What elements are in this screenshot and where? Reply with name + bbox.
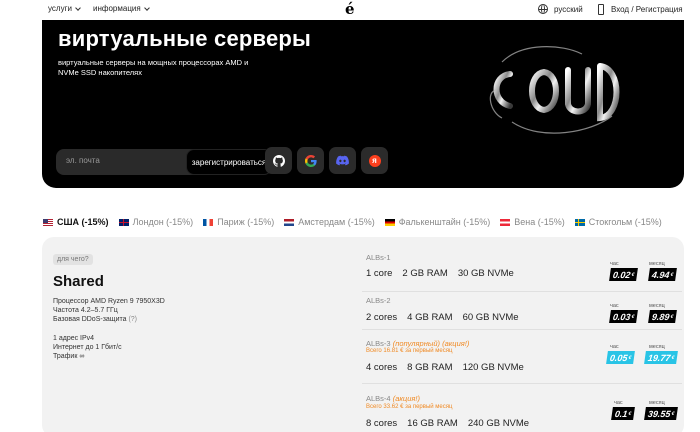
tab-usa[interactable]: США (-15%): [43, 215, 109, 229]
netherlands-flag-icon: [284, 218, 295, 226]
hour-label: час: [610, 344, 619, 350]
spec-cpu: Процессор AMD Ryzen 9 7950X3D: [53, 298, 165, 305]
tier-name: ALBs-4 (акция!): [366, 394, 420, 403]
discord-icon: [336, 155, 349, 166]
month-label: месяц: [649, 344, 665, 350]
google-icon: [304, 154, 317, 167]
ddos-help-link[interactable]: (?): [128, 316, 137, 323]
tier-row-3[interactable]: ALBs-3 (популярный) (акция!) Всего 16.81…: [362, 333, 684, 381]
yandex-login-button[interactable]: я: [361, 147, 388, 174]
location-tabs: США (-15%) Лондон (-15%) Париж (-15%) Ам…: [43, 215, 672, 229]
tier-promo: Всего 33.62 € за первый месяц: [366, 404, 453, 410]
hero-subtitle: виртуальные серверы на мощных процессора…: [58, 58, 249, 77]
tier-badge: (популярный) (акция!): [392, 339, 470, 348]
tab-stockholm[interactable]: Стокгольм (-15%): [574, 215, 662, 229]
tier-name: ALBs-3 (популярный) (акция!): [366, 339, 470, 348]
chevron-down-icon: [75, 4, 81, 11]
hero-banner: виртуальные серверы виртуальные серверы …: [42, 20, 684, 188]
tab-amsterdam[interactable]: Амстердам (-15%): [284, 215, 375, 229]
month-label: месяц: [649, 303, 665, 309]
cloud-logo-art: [489, 46, 620, 134]
month-price: 39.55 €: [644, 407, 679, 420]
hour-label: час: [610, 303, 619, 309]
hour-price: 0.02 €: [609, 268, 639, 281]
tier-badge: (акция!): [392, 394, 420, 403]
divider: [362, 383, 682, 384]
plan-name: Shared: [53, 273, 104, 290]
spec-traffic: Трафик ∞: [53, 353, 85, 360]
top-nav: услуги информация é русский Вход / Регис…: [0, 0, 700, 20]
google-login-button[interactable]: [297, 147, 324, 174]
yandex-icon: я: [368, 154, 381, 167]
logo[interactable]: é: [345, 0, 355, 18]
tab-paris[interactable]: Париж (-15%): [203, 215, 274, 229]
tier-resources: 8 cores 16 GB RAM 240 GB NVMe: [366, 418, 530, 429]
month-label: месяц: [649, 261, 665, 267]
spec-ddos: Базовая DDoS-защита (?): [53, 316, 138, 323]
tier-resources: 4 cores 8 GB RAM 120 GB NVMe: [366, 362, 524, 373]
spec-ip: 1 адрес IPv4: [53, 335, 95, 342]
chevron-down-icon: [143, 4, 150, 11]
tab-vienna[interactable]: Вена (-15%): [500, 215, 565, 229]
github-icon: [272, 154, 285, 167]
nav-services[interactable]: услуги: [48, 4, 81, 13]
phone-icon: [598, 4, 604, 15]
globe-icon: [538, 4, 548, 14]
france-flag-icon: [203, 218, 214, 226]
language-switch[interactable]: русский: [538, 4, 583, 14]
divider: [362, 329, 682, 330]
uk-flag-icon: [118, 218, 129, 226]
plan-card: для чего? Shared Процессор AMD Ryzen 9 7…: [42, 237, 684, 432]
tab-falkenstein[interactable]: Фалькенштайн (-15%): [384, 215, 490, 229]
login-link[interactable]: Вход / Регистрация: [598, 4, 683, 15]
hour-label: час: [610, 261, 619, 267]
month-price: 19.77 €: [644, 351, 679, 364]
hour-label: час: [614, 400, 623, 406]
plan-purpose-tag[interactable]: для чего?: [53, 254, 93, 265]
tier-row-4[interactable]: ALBs-4 (акция!) Всего 33.62 € за первый …: [362, 389, 684, 432]
tier-promo: Всего 16.81 € за первый месяц: [366, 348, 453, 354]
spec-frequency: Частота 4.2–5.7 ГГц: [53, 307, 118, 314]
hour-price: 0.05 €: [606, 351, 636, 364]
month-price: 9.89 €: [648, 310, 678, 323]
month-price: 4.94 €: [648, 268, 678, 281]
discord-login-button[interactable]: [329, 147, 356, 174]
tier-row-1[interactable]: ALBs-1 1 core 2 GB RAM 30 GB NVMe час меся…: [362, 251, 684, 291]
register-button[interactable]: зарегистрироваться: [186, 149, 272, 175]
sweden-flag-icon: [574, 218, 585, 226]
tier-resources: 1 core 2 GB RAM 30 GB NVMe: [366, 268, 514, 279]
nav-info[interactable]: информация: [93, 4, 150, 13]
tier-resources: 2 cores 4 GB RAM 60 GB NVMe: [366, 312, 519, 323]
tab-london[interactable]: Лондон (-15%): [118, 215, 193, 229]
tier-name: ALBs-1: [366, 253, 391, 262]
us-flag-icon: [43, 218, 53, 226]
hour-price: 0.03 €: [609, 310, 639, 323]
github-login-button[interactable]: [265, 147, 292, 174]
email-form: зарегистрироваться: [56, 149, 272, 175]
email-input[interactable]: [66, 156, 166, 165]
hour-price: 0.1 €: [611, 407, 636, 420]
austria-flag-icon: [500, 218, 511, 226]
tier-name: ALBs-2: [366, 296, 391, 305]
hero-title: виртуальные серверы: [58, 26, 312, 51]
spec-net: Интернет до 1 Гбит/с: [53, 344, 122, 351]
germany-flag-icon: [384, 218, 395, 226]
divider: [362, 291, 682, 292]
tier-row-2[interactable]: ALBs-2 2 cores 4 GB RAM 60 GB NVMe час мес…: [362, 293, 684, 329]
month-label: месяц: [649, 400, 665, 406]
